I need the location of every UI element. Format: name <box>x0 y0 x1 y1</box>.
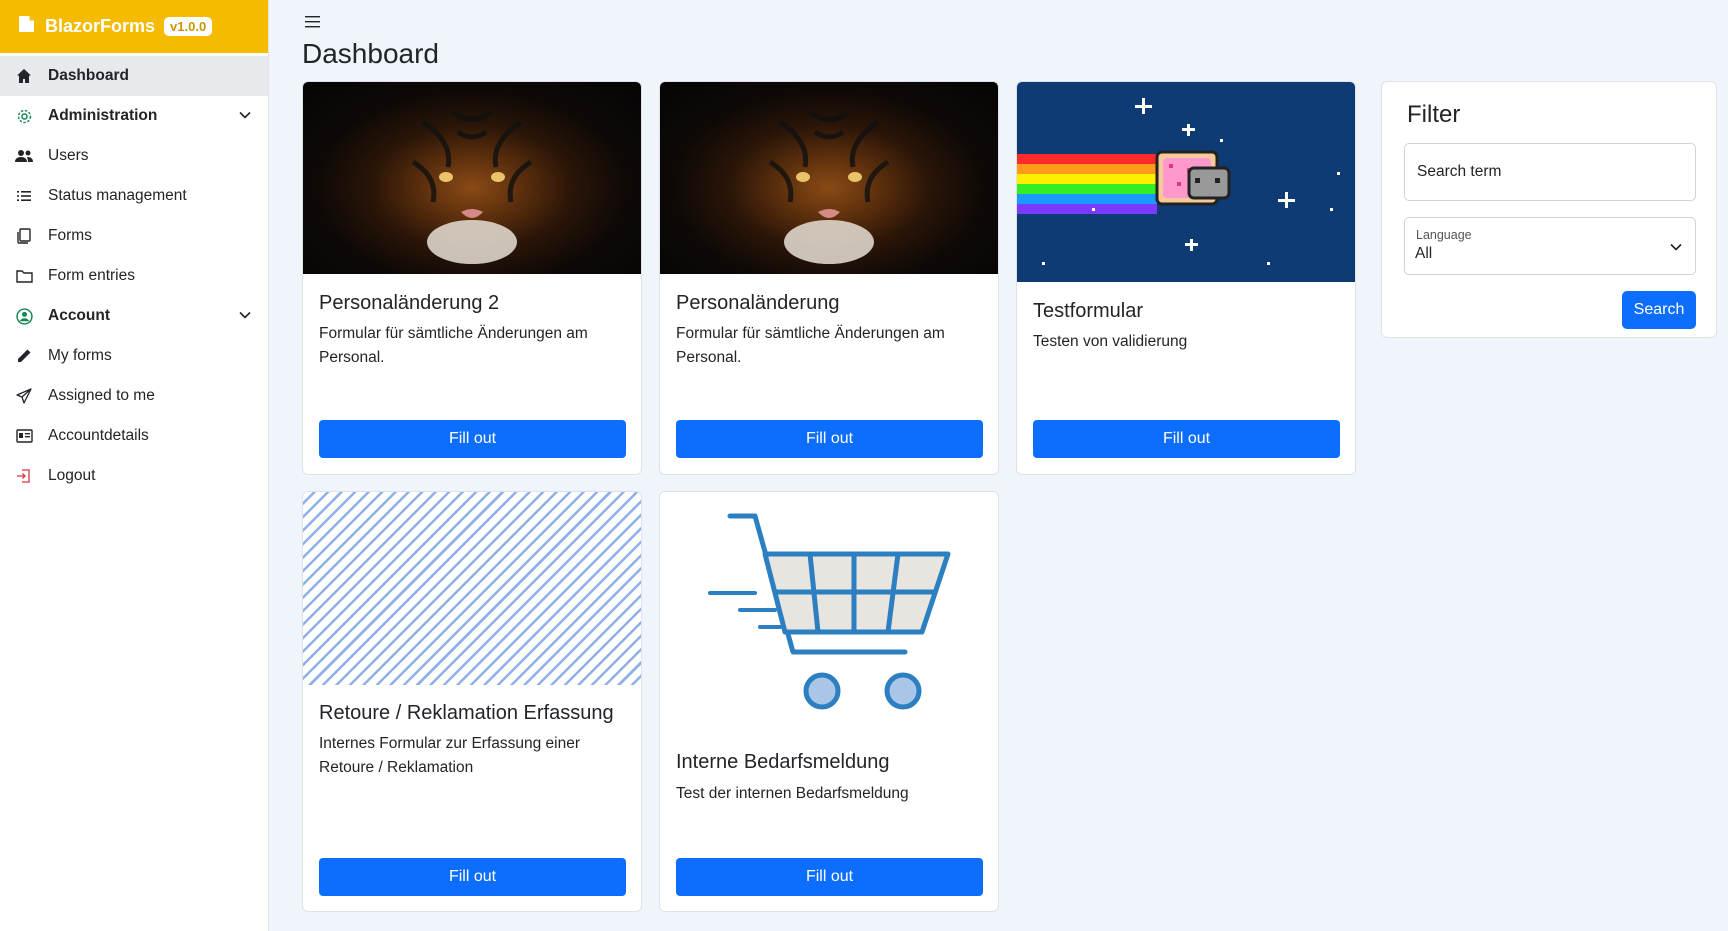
stripes-placeholder-image <box>303 492 641 685</box>
sidebar-item-my-forms[interactable]: My forms <box>0 336 268 376</box>
fill-out-button[interactable]: Fill out <box>1033 420 1340 458</box>
sidebar-item-label: Users <box>48 147 89 164</box>
card-description: Testen von validierung <box>1033 333 1188 350</box>
card-title: Personaländerung 2 <box>319 292 500 314</box>
form-card: Personaländerung Formular für sämtliche … <box>659 81 999 475</box>
fill-out-button[interactable]: Fill out <box>319 858 626 896</box>
brand-title: BlazorForms <box>45 16 156 36</box>
fill-out-button[interactable]: Fill out <box>676 420 983 458</box>
sidebar-item-label: Forms <box>48 227 92 244</box>
chevron-down-icon <box>1669 240 1683 259</box>
form-logo-icon <box>17 14 37 39</box>
pencil-icon <box>15 347 33 365</box>
search-input[interactable] <box>1404 143 1696 201</box>
language-label: Language <box>1416 228 1472 242</box>
sidebar-item-form-entries[interactable]: Form entries <box>0 256 268 296</box>
sidebar-item-accountdetails[interactable]: Accountdetails <box>0 416 268 456</box>
chevron-down-icon <box>238 108 252 127</box>
sidebar-item-label: Dashboard <box>48 67 129 84</box>
language-value: All <box>1415 245 1433 262</box>
logout-icon <box>15 467 33 485</box>
sidebar-item-label: Assigned to me <box>48 387 155 404</box>
card-description: Internes Formular zur Erfassung einer Re… <box>319 735 581 776</box>
sidebar-item-label: Form entries <box>48 267 135 284</box>
form-card: Retoure / Reklamation Erfassung Internes… <box>302 491 642 912</box>
shopping-cart-image <box>660 492 998 722</box>
send-icon <box>15 387 33 405</box>
form-card: Interne Bedarfsmeldung Test der internen… <box>659 491 999 912</box>
sidebar-item-label: Account <box>48 307 110 324</box>
tiger-image <box>303 82 641 274</box>
home-icon <box>15 67 33 85</box>
sidebar-item-label: Logout <box>48 467 96 484</box>
card-description: Test der internen Bedarfsmeldung <box>676 785 909 802</box>
fill-out-button[interactable]: Fill out <box>676 858 983 896</box>
nyan-cat-image <box>1017 82 1355 282</box>
filter-panel: Filter Language All Search <box>1381 81 1717 338</box>
chevron-down-icon <box>238 308 252 327</box>
search-button[interactable]: Search <box>1622 291 1696 329</box>
tiger-image <box>660 82 998 274</box>
sidebar: BlazorForms v1.0.0 Dashboard Administrat… <box>0 0 269 931</box>
card-title: Testformular <box>1033 300 1144 322</box>
folder-icon <box>15 267 33 285</box>
filter-title: Filter <box>1407 101 1461 128</box>
sidebar-item-label: Administration <box>48 107 158 124</box>
copy-icon <box>15 227 33 245</box>
sidebar-item-label: My forms <box>48 347 112 364</box>
gear-icon <box>15 107 33 125</box>
language-select[interactable]: Language All <box>1404 217 1696 275</box>
sidebar-item-dashboard[interactable]: Dashboard <box>0 56 268 96</box>
list-icon <box>15 187 33 205</box>
sidebar-item-assigned-to-me[interactable]: Assigned to me <box>0 376 268 416</box>
sidebar-item-logout[interactable]: Logout <box>0 456 268 496</box>
sidebar-item-label: Status management <box>48 187 187 204</box>
sidebar-group-account[interactable]: Account <box>0 296 268 336</box>
form-card: Testformular Testen von validierung Fill… <box>1016 81 1356 475</box>
sidebar-item-users[interactable]: Users <box>0 136 268 176</box>
page-title: Dashboard <box>302 38 439 69</box>
user-circle-icon <box>15 307 33 325</box>
sidebar-item-label: Accountdetails <box>48 427 149 444</box>
brand-bar[interactable]: BlazorForms v1.0.0 <box>0 0 268 53</box>
card-title: Retoure / Reklamation Erfassung <box>319 702 614 724</box>
card-title: Interne Bedarfsmeldung <box>676 751 890 773</box>
sidebar-item-forms[interactable]: Forms <box>0 216 268 256</box>
hamburger-menu-icon[interactable] <box>304 14 322 35</box>
card-description: Formular für sämtliche Änderungen am Per… <box>676 325 945 366</box>
users-icon <box>15 147 33 165</box>
form-card: Personaländerung 2 Formular für sämtlich… <box>302 81 642 475</box>
sidebar-item-status-management[interactable]: Status management <box>0 176 268 216</box>
sidebar-nav: Dashboard Administration Users Status ma… <box>0 56 268 496</box>
version-badge: v1.0.0 <box>164 17 213 36</box>
id-card-icon <box>15 427 33 445</box>
sidebar-group-administration[interactable]: Administration <box>0 96 268 136</box>
fill-out-button[interactable]: Fill out <box>319 420 626 458</box>
card-description: Formular für sämtliche Änderungen am Per… <box>319 325 588 366</box>
card-title: Personaländerung <box>676 292 840 314</box>
